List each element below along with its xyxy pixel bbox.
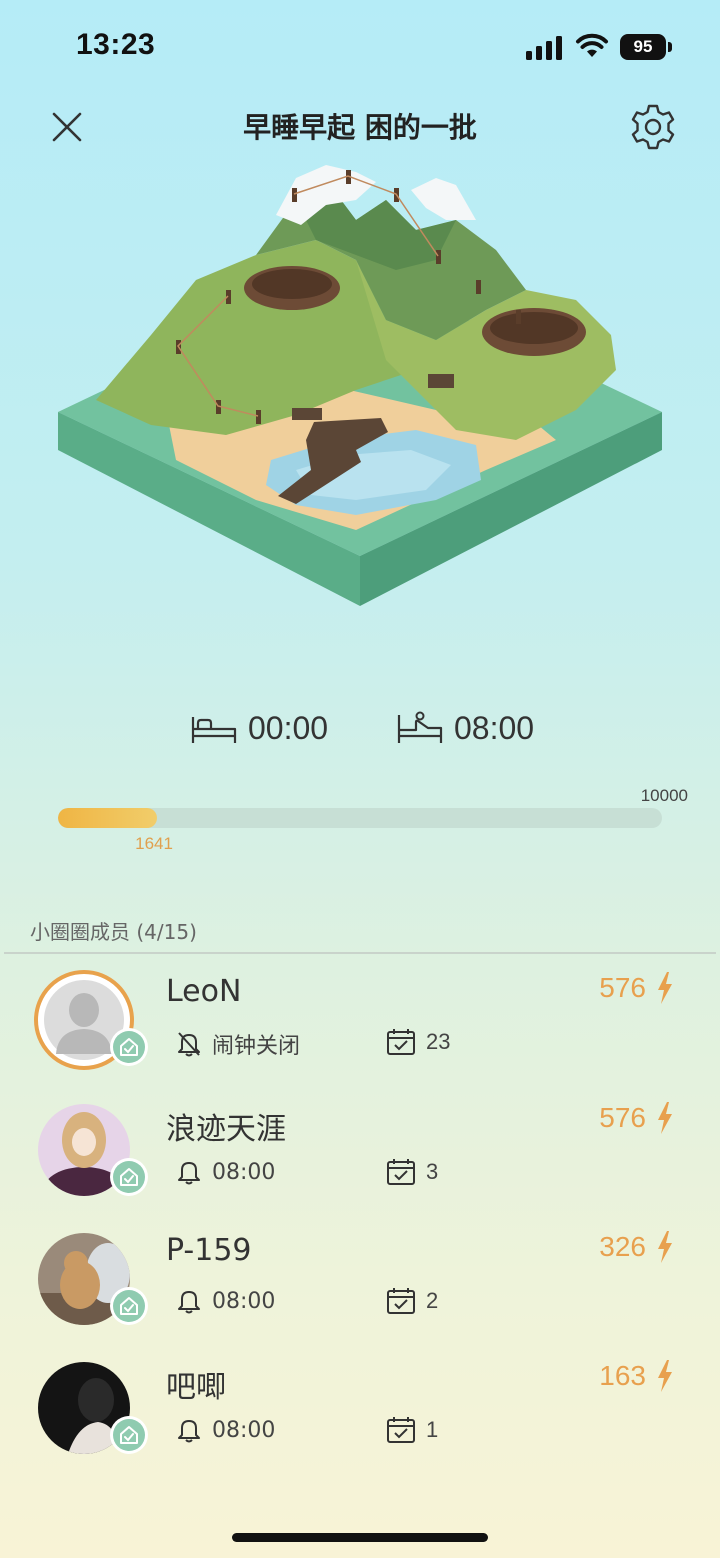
energy-progress-fill <box>58 808 158 828</box>
member-days-count: 3 <box>426 1159 439 1184</box>
member-alarm-text: 闹钟关闭 <box>212 1034 301 1059</box>
bed-icon <box>191 716 237 743</box>
home-check-badge <box>110 1416 148 1454</box>
lightning-icon <box>658 1231 672 1263</box>
energy-progress-bar <box>58 808 662 828</box>
page-title: 早睡早起 困的一批 <box>243 111 477 144</box>
home-check-badge <box>110 1028 148 1066</box>
alarm-off-icon <box>178 1032 200 1057</box>
home-check-icon <box>120 1038 138 1056</box>
close-icon <box>52 112 82 142</box>
home-check-icon <box>120 1426 138 1444</box>
wifi-icon <box>576 33 608 57</box>
member-energy: 576 <box>599 1102 674 1134</box>
member-avatar[interactable] <box>34 1100 148 1200</box>
bedtime-display[interactable]: 00:00 <box>190 710 328 747</box>
member-energy: 163 <box>599 1360 674 1392</box>
settings-button[interactable] <box>626 100 680 154</box>
lightning-icon <box>658 1360 672 1392</box>
members-header: 小圈圈成员 (4/15) <box>30 920 197 944</box>
member-days-count: 1 <box>426 1417 439 1442</box>
lightning-icon <box>658 972 672 1004</box>
member-name: 浪迹天涯 <box>166 1112 286 1147</box>
status-time: 13:23 <box>76 28 156 61</box>
wake-up-icon <box>397 711 443 743</box>
member-row[interactable]: 吧唧 08:00 1 163 <box>0 1358 720 1468</box>
status-bar: 13:23 95 <box>0 0 720 96</box>
member-energy-value: 326 <box>599 1231 646 1262</box>
progress-max-value: 10000 <box>640 786 688 805</box>
member-checkin-days: 3 <box>386 1158 438 1186</box>
member-checkin-days: 23 <box>386 1028 450 1056</box>
cellular-signal-icon <box>526 36 562 60</box>
member-energy-value: 163 <box>599 1360 646 1391</box>
calendar-check-icon <box>387 1417 415 1443</box>
battery-level: 95 <box>620 34 666 60</box>
close-button[interactable] <box>44 104 90 150</box>
member-checkin-days: 2 <box>386 1287 438 1315</box>
alarm-bell-icon <box>178 1291 200 1314</box>
member-alarm-text: 08:00 <box>212 1417 276 1443</box>
bedtime-value: 00:00 <box>248 710 329 746</box>
member-days-count: 23 <box>426 1029 451 1054</box>
home-indicator[interactable] <box>232 1533 488 1542</box>
member-name: P-159 <box>166 1233 252 1268</box>
member-alarm: 08:00 <box>176 1287 275 1315</box>
member-row[interactable]: 浪迹天涯 08:00 3 576 <box>0 1100 720 1210</box>
calendar-check-icon <box>387 1159 415 1185</box>
member-row[interactable]: P-159 08:00 2 326 <box>0 1229 720 1339</box>
home-check-badge <box>110 1287 148 1325</box>
member-alarm: 08:00 <box>176 1158 275 1186</box>
member-checkin-days: 1 <box>386 1416 438 1444</box>
battery-indicator: 95 <box>620 34 672 60</box>
member-energy: 326 <box>599 1231 674 1263</box>
alarm-bell-icon <box>178 1162 200 1185</box>
waketime-display[interactable]: 08:00 <box>396 710 534 747</box>
member-days-count: 2 <box>426 1288 439 1313</box>
member-energy: 576 <box>599 972 674 1004</box>
alarm-bell-icon <box>178 1420 200 1443</box>
member-row[interactable]: LeoN 闹钟关闭 23 576 <box>0 970 720 1080</box>
member-avatar[interactable] <box>34 1229 148 1329</box>
home-check-icon <box>120 1168 138 1186</box>
calendar-check-icon <box>387 1029 415 1055</box>
divider <box>4 952 716 954</box>
member-alarm: 闹钟关闭 <box>176 1028 300 1060</box>
member-alarm: 08:00 <box>176 1416 275 1444</box>
member-energy-value: 576 <box>599 1102 646 1133</box>
gear-icon <box>631 104 675 150</box>
progress-current-value: 1641 <box>135 834 173 853</box>
member-name: 吧唧 <box>166 1370 226 1405</box>
calendar-check-icon <box>387 1288 415 1314</box>
member-alarm-text: 08:00 <box>212 1288 276 1314</box>
waketime-value: 08:00 <box>454 710 535 746</box>
home-check-icon <box>120 1297 138 1315</box>
member-name: LeoN <box>166 974 242 1009</box>
member-avatar[interactable] <box>34 1358 148 1458</box>
sleep-schedule: 00:00 08:00 <box>0 710 720 756</box>
island-illustration <box>58 165 662 606</box>
member-avatar[interactable] <box>34 970 148 1070</box>
member-energy-value: 576 <box>599 972 646 1003</box>
member-alarm-text: 08:00 <box>212 1159 276 1185</box>
home-check-badge <box>110 1158 148 1196</box>
lightning-icon <box>658 1102 672 1134</box>
